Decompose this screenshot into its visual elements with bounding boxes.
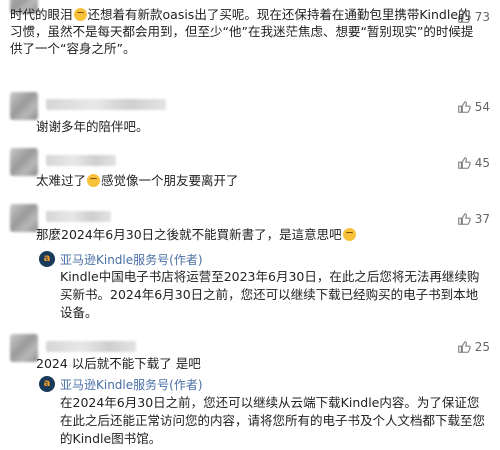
comment-text: 那麼2024年6月30日之後就不能買新書了，是這意思吧	[36, 226, 484, 243]
like-count: 25	[474, 340, 490, 354]
like-button[interactable]: 37	[457, 212, 490, 226]
like-count: 37	[474, 212, 490, 226]
like-button[interactable]: 54	[457, 100, 490, 114]
emoji-icon	[73, 8, 87, 21]
like-count: 54	[474, 100, 490, 114]
emoji-icon	[87, 174, 101, 187]
avatar[interactable]	[10, 204, 38, 232]
reply-text: 在2024年6月30日之前，您还可以继续从云端下载Kindle内容。为了保证您在…	[60, 395, 486, 446]
reply-author[interactable]: 亚马逊Kindle服务号(作者)	[60, 251, 203, 268]
thumbs-up-icon	[457, 157, 471, 169]
emoji-icon	[342, 228, 356, 241]
thumbs-up-icon	[457, 101, 471, 113]
avatar[interactable]	[10, 334, 38, 362]
reply-text: Kindle中国电子书店将运营至2023年6月30日，在此之后您将无法再继续购买…	[60, 269, 480, 320]
username[interactable]	[46, 99, 166, 110]
avatar[interactable]	[10, 148, 38, 176]
like-count: 45	[474, 156, 490, 170]
username[interactable]	[46, 341, 136, 352]
thumbs-up-icon	[457, 213, 471, 225]
thumbs-up-icon	[457, 341, 471, 353]
like-button[interactable]: 45	[457, 156, 490, 170]
username[interactable]	[46, 155, 116, 166]
comment-text: 2024 以后就不能下载了 是吧	[36, 356, 201, 371]
comment-text: 太难过了 感觉像一个朋友要离开了	[36, 173, 239, 188]
amazon-avatar-icon[interactable]: a	[39, 251, 55, 267]
username[interactable]	[46, 211, 111, 222]
comment-text: 时代的眼泪 还想着有新款oasis出了买呢。现在还保持着在通勤包里携带Kindle…	[10, 7, 474, 56]
reply-author[interactable]: 亚马逊Kindle服务号(作者)	[60, 376, 203, 393]
avatar[interactable]	[10, 92, 38, 120]
comment-text: 谢谢多年的陪伴吧。	[36, 119, 149, 134]
like-button[interactable]: 25	[457, 340, 490, 354]
amazon-avatar-icon[interactable]: a	[39, 376, 55, 392]
